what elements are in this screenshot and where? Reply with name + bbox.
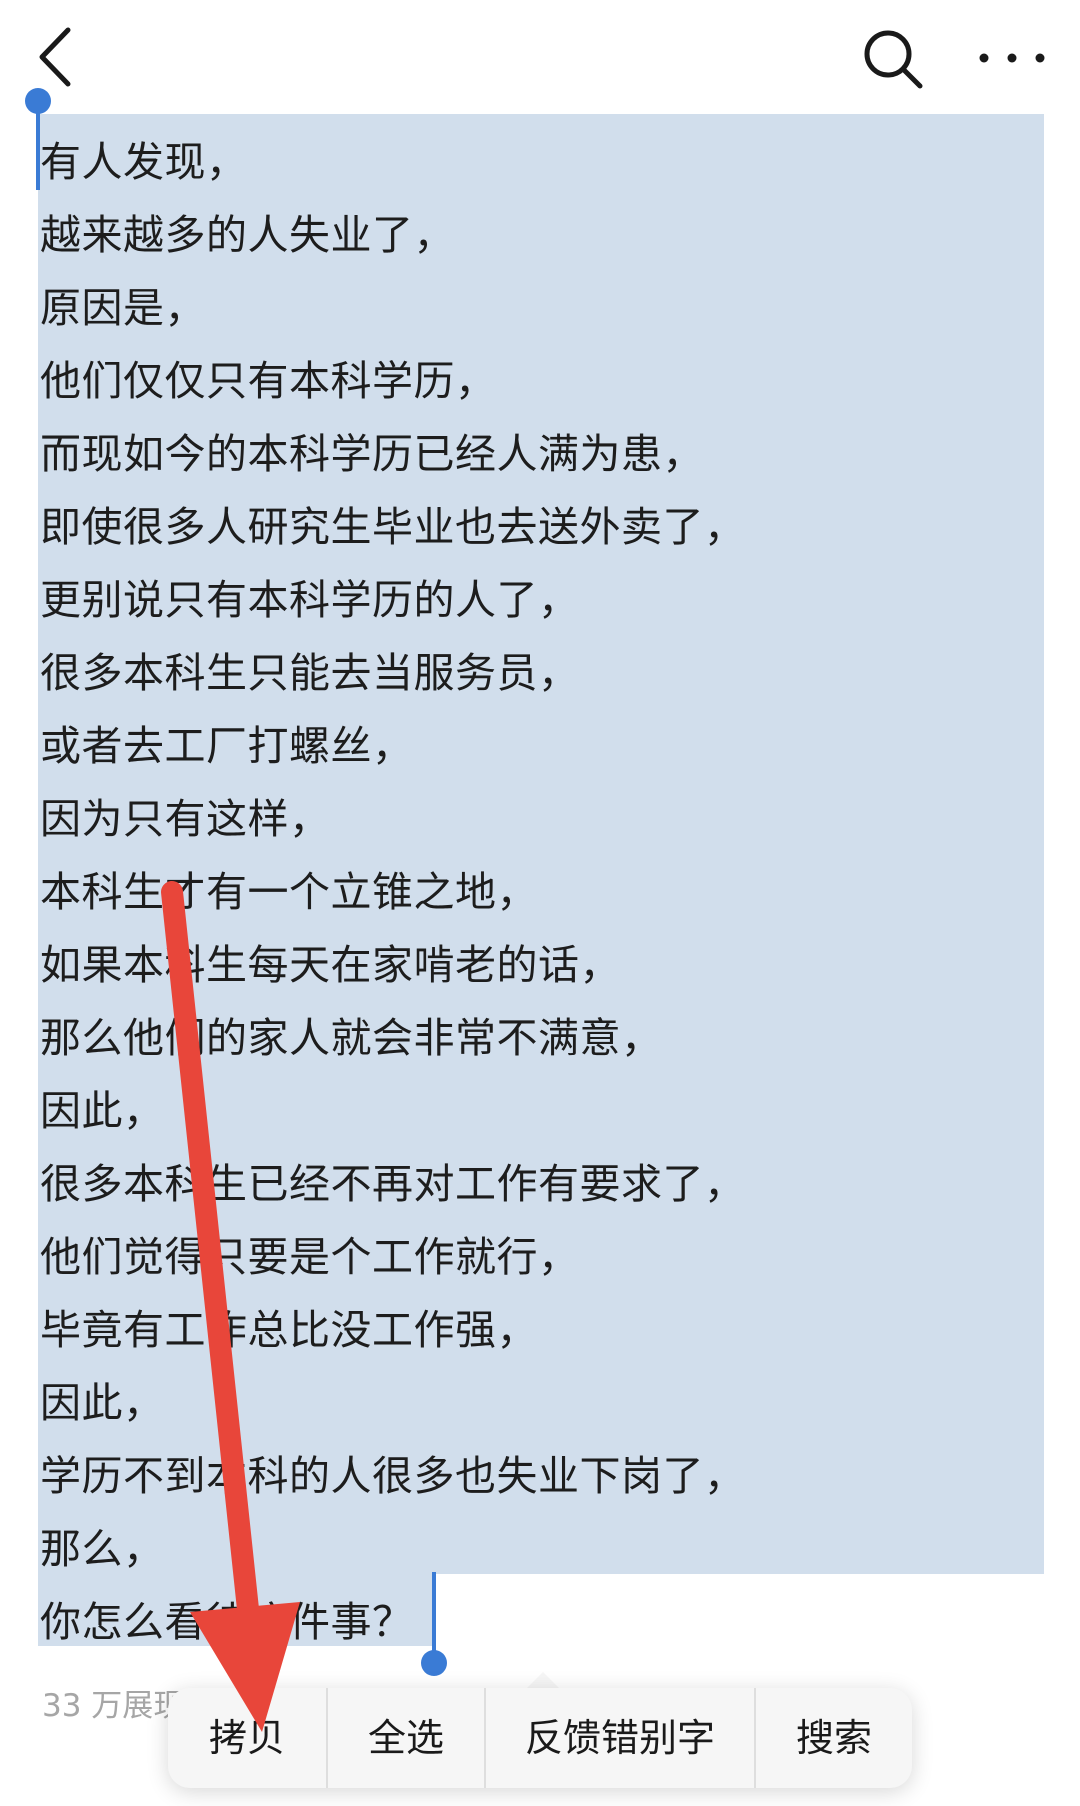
article-line: 毕竟有工作总比没工作强，	[40, 1306, 538, 1354]
article-line: 因此，	[40, 1087, 165, 1135]
article-line: 很多本科生只能去当服务员，	[40, 649, 580, 697]
article-line: 或者去工厂打螺丝，	[40, 722, 414, 770]
search-selection-button[interactable]: 搜索	[756, 1688, 912, 1788]
article-line: 如果本科生每天在家啃老的话，	[40, 941, 621, 989]
report-typo-button[interactable]: 反馈错别字	[486, 1688, 756, 1788]
article-line: 越来越多的人失业了，	[40, 211, 455, 259]
article-line: 学历不到本科的人很多也失业下岗了，	[40, 1452, 746, 1500]
article-line: 他们仅仅只有本科学历，	[40, 357, 497, 405]
article-line: 那么，	[40, 1525, 165, 1573]
article-line: 有人发现，	[40, 138, 248, 186]
selection-end-handle[interactable]	[432, 1572, 436, 1652]
select-all-button[interactable]: 全选	[328, 1688, 486, 1788]
copy-button[interactable]: 拷贝	[168, 1688, 328, 1788]
article-line: 因此，	[40, 1379, 165, 1427]
article-line: 他们觉得只要是个工作就行，	[40, 1233, 580, 1281]
article-line: 本科生才有一个立锥之地，	[40, 868, 538, 916]
article-line: 原因是，	[40, 284, 206, 332]
article-line: 而现如今的本科学历已经人满为患，	[40, 430, 704, 478]
article-body: 有人发现， 越来越多的人失业了， 原因是， 他们仅仅只有本科学历， 而现如今的本…	[0, 0, 1080, 1724]
selection-end-handle-knob[interactable]	[421, 1650, 447, 1676]
article-line: 那么他们的家人就会非常不满意，	[40, 1014, 663, 1062]
article-text[interactable]: 有人发现， 越来越多的人失业了， 原因是， 他们仅仅只有本科学历， 而现如今的本…	[40, 126, 746, 1659]
selection-start-handle[interactable]	[36, 104, 40, 190]
article-line: 即使很多人研究生毕业也去送外卖了，	[40, 503, 746, 551]
text-context-menu: 拷贝 全选 反馈错别字 搜索	[168, 1688, 912, 1788]
article-line: 很多本科生已经不再对工作有要求了，	[40, 1160, 746, 1208]
article-line: 更别说只有本科学历的人了，	[40, 576, 580, 624]
article-line: 你怎么看待这件事？	[40, 1598, 414, 1646]
article-line: 因为只有这样，	[40, 795, 331, 843]
view-count: 33 万展现	[42, 1688, 185, 1724]
